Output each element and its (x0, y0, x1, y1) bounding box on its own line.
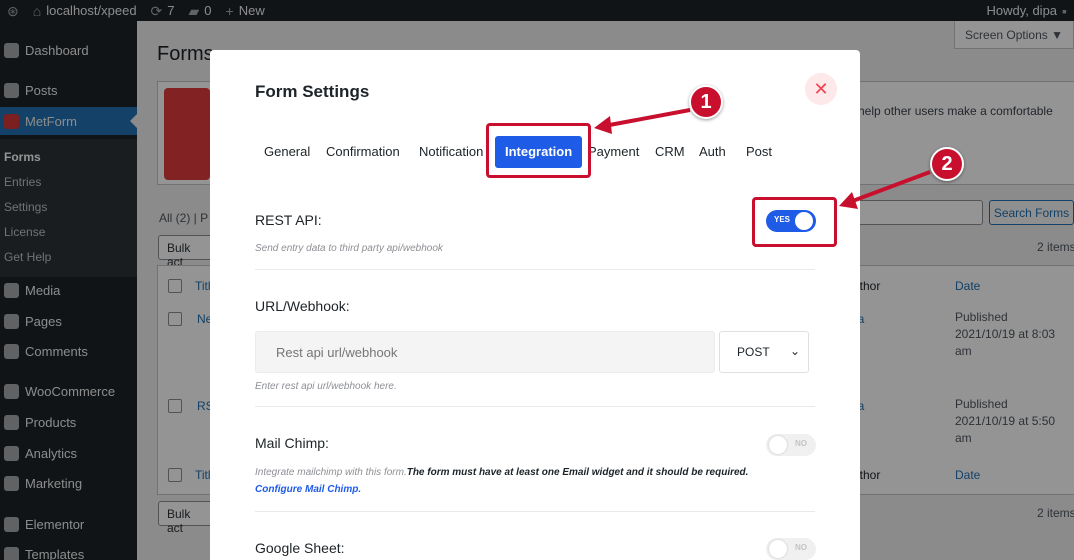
arrow-line-2 (849, 170, 931, 204)
step-badge-2: 2 (930, 147, 964, 181)
arrow-line-1 (603, 108, 691, 128)
arrow-head-1 (594, 116, 612, 134)
annotation-arrows (594, 108, 931, 209)
step-badge-1: 1 (689, 85, 723, 119)
